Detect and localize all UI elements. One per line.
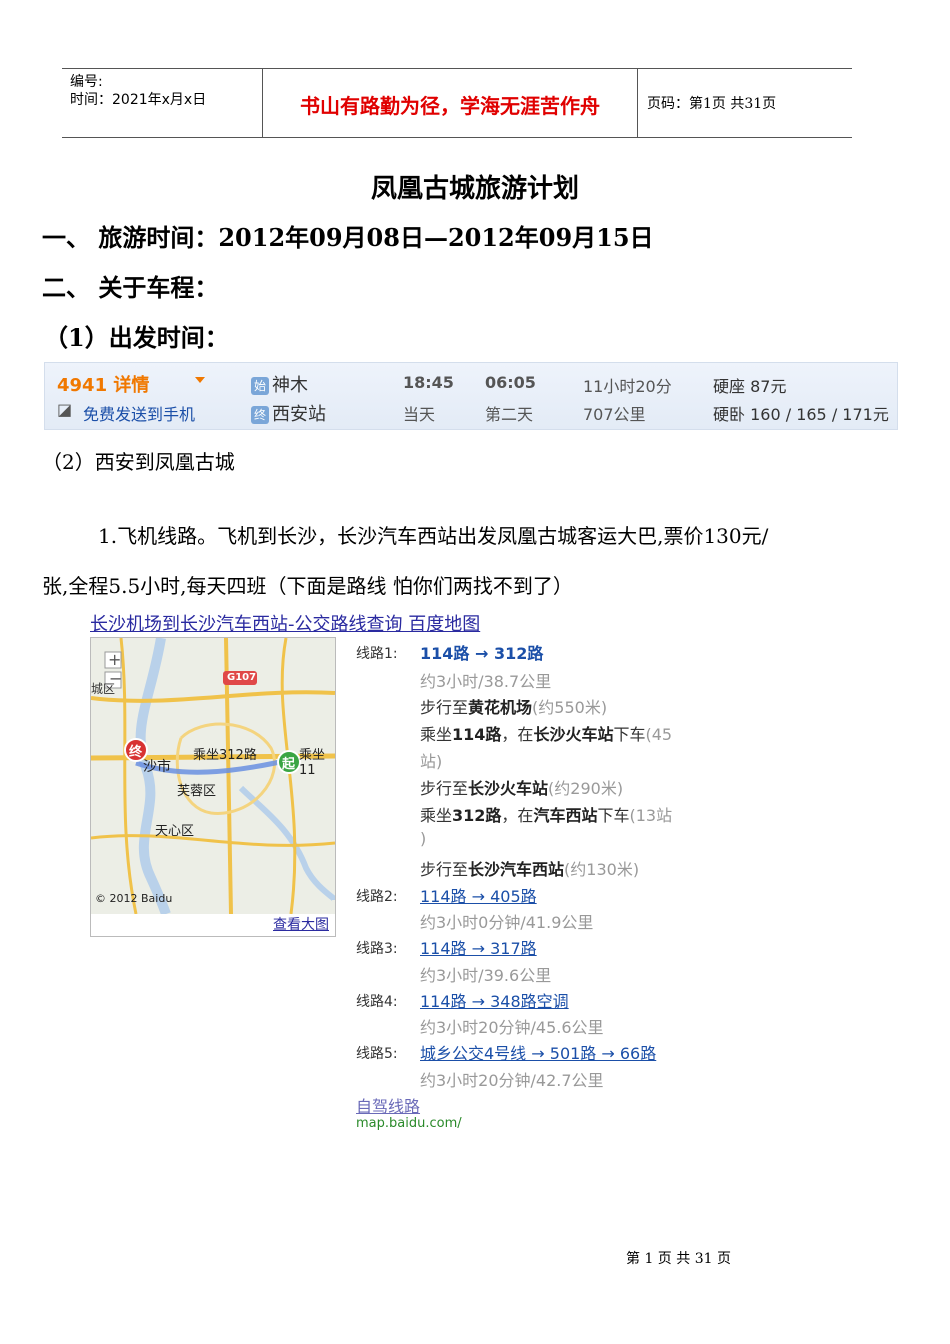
time-label: 时间：2021年x月x日 [70,92,207,108]
route-1-step-4: 乘坐312路，在汽车西站下车(13站 [420,806,673,825]
route-map[interactable]: + − 城区 G107 终 起 沙市 乘坐312路 乘坐11 芙蓉区 天心区 ©… [91,638,335,914]
train-info-bar: 4941 详情 ◪ 免费发送到手机 始神木 终西安站 18:45 当天 06:0… [44,362,898,430]
route-4-time: 约3小时20分钟/45.6公里 [420,1018,604,1037]
zoom-in-icon[interactable]: + [108,650,121,669]
header-page-cell: 页码：第1页 共31页 [637,69,852,137]
map-label-left: 城区 [91,682,116,696]
map-label-ride114: 乘坐11 [299,748,326,778]
route-2-title[interactable]: 114路 → 405路 [420,883,537,907]
route-5-title[interactable]: 城乡公交4号线 → 501路 → 66路 [420,1040,656,1064]
phone-icon[interactable]: ◪ [57,400,72,419]
route-2-time: 约3小时0分钟/41.9公里 [420,913,594,932]
header-table: 编号: 时间：2021年x月x日 书山有路勤为径，学海无涯苦作舟 页码：第1页 … [62,68,852,138]
route-1-step-2: 乘坐114路，在长沙火车站下车(45 [420,725,673,744]
map-label-tianxin: 天心区 [155,824,195,839]
route-1-time: 约3小时/38.7公里 [420,672,552,691]
number-label: 编号: [70,74,103,90]
map-label-city: 沙市 [143,759,171,775]
route-5-time: 约3小时20分钟/42.7公里 [420,1071,604,1090]
page-info: 页码：第1页 共31页 [647,96,777,112]
trip-distance: 707公里 [583,405,646,424]
arrive-day: 第二天 [485,405,534,424]
depart-time: 18:45 [403,373,454,392]
paragraph-line-2: 张,全程5.5小时,每天四班（下面是路线 怕你们两找不到了） [42,574,573,598]
self-drive-link[interactable]: 自驾线路 [356,1093,420,1117]
from-station-name: 神木 [272,375,308,396]
sub-departure-time: （1）出发时间： [44,323,229,352]
hard-sleeper-price: 硬卧 160 / 165 / 171元 [713,405,889,424]
arrive-time: 06:05 [485,373,536,392]
header-motto-cell: 书山有路勤为径，学海无涯苦作舟 [262,69,638,137]
route-1-step-5: 步行至长沙汽车西站(约130米) [420,860,640,879]
map-label-ride312: 乘坐312路 [193,748,257,763]
end-station-badge-icon: 终 [251,406,269,424]
to-station: 终西安站 [251,400,326,426]
route-1-label: 线路1: [356,646,398,662]
send-to-phone-link[interactable]: 免费发送到手机 [83,401,195,425]
route-3-label: 线路3: [356,941,398,957]
end-marker-icon[interactable]: 终 [129,741,142,760]
map-label-g107: G107 [227,672,257,683]
from-station: 始神木 [251,371,308,397]
chevron-down-icon[interactable] [195,377,205,383]
header-meta-cell: 编号: 时间：2021年x月x日 [62,69,262,137]
route-3-time: 约3小时/39.6公里 [420,966,552,985]
paragraph-line-1: 1.飞机线路。飞机到长沙，长沙汽车西站出发凤凰古城客运大巴,票价130元/ [98,524,769,548]
section-travel-time: 一、 旅游时间：2012年09月08日—2012年09月15日 [42,223,654,252]
map-panel: + − 城区 G107 终 起 沙市 乘坐312路 乘坐11 芙蓉区 天心区 ©… [90,637,336,937]
motto: 书山有路勤为径，学海无涯苦作舟 [300,94,600,118]
start-marker-icon[interactable]: 起 [282,753,295,772]
route-1-step-2-cont: 站) [420,752,443,771]
route-1-step-4-cont: ) [420,829,427,848]
source-url: map.baidu.com/ [356,1116,462,1131]
route-1-title[interactable]: 114路 → 312路 [420,640,543,664]
page-footer: 第 1 页 共 31 页 [626,1251,731,1267]
route-4-label: 线路4: [356,994,398,1010]
route-3-title[interactable]: 114路 → 317路 [420,935,537,959]
route-1-step-1: 步行至黄花机场(约550米) [420,698,608,717]
section-transport: 二、 关于车程： [42,273,219,302]
route-5-label: 线路5: [356,1046,398,1062]
depart-day: 当天 [403,405,436,424]
baidu-map-link[interactable]: 长沙机场到长沙汽车西站-公交路线查询 百度地图 [90,610,480,636]
route-2-label: 线路2: [356,889,398,905]
trip-duration: 11小时20分 [583,377,672,396]
map-copyright: © 2012 Baidu [95,892,173,905]
route-1-step-3: 步行至长沙火车站(约290米) [420,779,624,798]
hard-seat-price: 硬座 87元 [713,377,787,396]
map-label-furong: 芙蓉区 [177,784,217,799]
start-station-badge-icon: 始 [251,377,269,395]
view-large-map-link[interactable]: 查看大图 [273,914,329,934]
document-title: 凤凰古城旅游计划 [370,174,579,204]
route-4-title[interactable]: 114路 → 348路空调 [420,988,569,1012]
to-station-name: 西安站 [272,404,326,425]
sub-xian-to-fenghuang: （2）西安到凤凰古城 [42,450,235,474]
train-number-link[interactable]: 4941 详情 [57,371,149,397]
